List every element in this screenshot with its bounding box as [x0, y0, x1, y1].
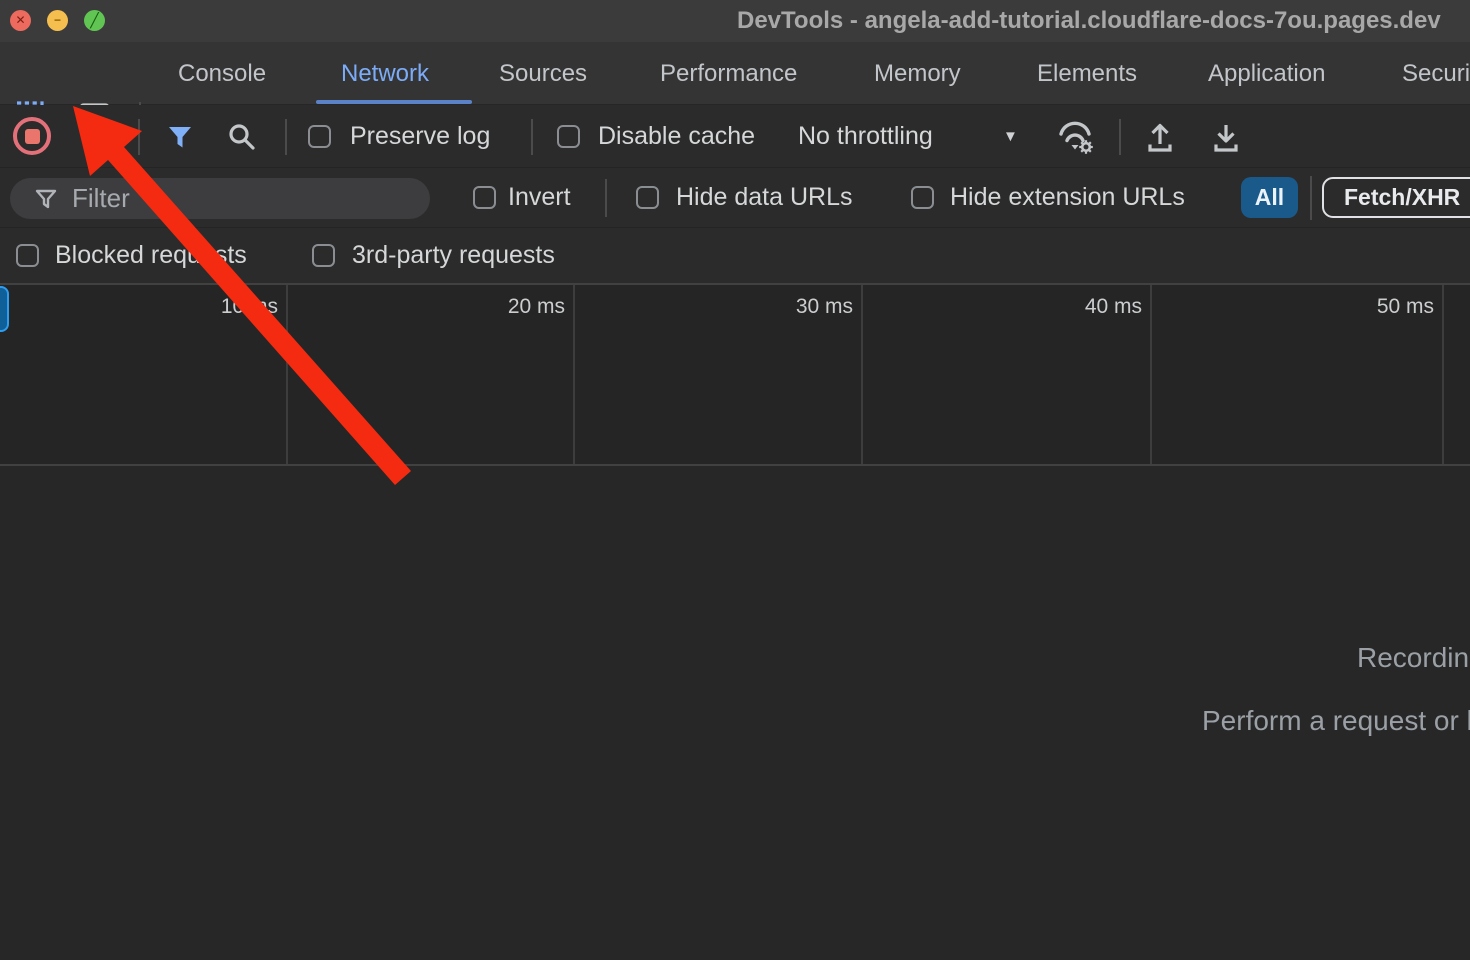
- third-party-requests-checkbox[interactable]: [312, 244, 335, 267]
- divider: [285, 119, 287, 155]
- zoom-glyph: ╱: [90, 10, 98, 31]
- chevron-down-icon[interactable]: ▼: [1003, 105, 1018, 167]
- tab-memory[interactable]: Memory: [874, 42, 961, 105]
- tab-security[interactable]: Security: [1402, 42, 1470, 105]
- request-filters-row: Blocked requests 3rd-party requests: [0, 228, 1470, 283]
- active-tab-underline: [316, 100, 472, 104]
- close-glyph: ✕: [15, 10, 25, 31]
- timeline-tick-label: 50 ms: [1324, 295, 1434, 319]
- timeline-overview[interactable]: 10 ms 20 ms 30 ms 40 ms 50 ms: [0, 283, 1470, 466]
- minimize-window-icon[interactable]: −: [47, 10, 68, 31]
- network-filter-bar: Invert Hide data URLs Hide extension URL…: [0, 168, 1470, 228]
- tab-console[interactable]: Console: [178, 42, 266, 105]
- perform-request-hint-text: Perform a request or hit ⌘ R to record t…: [1202, 704, 1470, 737]
- preserve-log-checkbox[interactable]: [308, 125, 331, 148]
- record-stop-square: [25, 129, 40, 144]
- timeline-gridline: [573, 285, 575, 464]
- filter-chip-all[interactable]: All: [1241, 177, 1298, 218]
- disable-cache-checkbox[interactable]: [557, 125, 580, 148]
- timeline-gridline: [286, 285, 288, 464]
- throttling-select[interactable]: No throttling: [798, 105, 933, 167]
- export-har-icon[interactable]: [1209, 119, 1243, 155]
- timeline-gridline: [1442, 285, 1444, 464]
- devtools-window: ✕ − ╱ DevTools - angela-add-tutorial.clo…: [0, 0, 1470, 960]
- divider: [1119, 119, 1121, 155]
- hide-data-urls-label: Hide data URLs: [676, 168, 852, 227]
- filter-input[interactable]: [10, 178, 430, 219]
- filter-toggle-icon[interactable]: [166, 123, 194, 151]
- tab-sources[interactable]: Sources: [499, 42, 587, 105]
- record-network-log-button[interactable]: [13, 117, 51, 155]
- tab-network[interactable]: Network: [341, 42, 429, 105]
- timeline-tick-label: 10 ms: [168, 295, 278, 319]
- filter-chip-fetch-xhr[interactable]: Fetch/XHR: [1322, 177, 1470, 218]
- recording-status-text: Recording network activity…: [1357, 642, 1470, 674]
- network-request-list-empty: Recording network activity… Perform a re…: [0, 466, 1470, 960]
- tab-elements[interactable]: Elements: [1037, 42, 1137, 105]
- divider: [531, 119, 533, 155]
- minimize-glyph: −: [54, 10, 61, 31]
- third-party-requests-label: 3rd-party requests: [352, 228, 555, 283]
- search-icon[interactable]: [227, 122, 257, 152]
- timeline-tick-label: 20 ms: [455, 295, 565, 319]
- timeline-tick-label: 30 ms: [743, 295, 853, 319]
- tab-performance[interactable]: Performance: [660, 42, 797, 105]
- timeline-tick-label: 40 ms: [1032, 295, 1142, 319]
- window-title: DevTools - angela-add-tutorial.cloudflar…: [737, 0, 1441, 42]
- disable-cache-label: Disable cache: [598, 105, 755, 167]
- hide-extension-urls-label: Hide extension URLs: [950, 168, 1185, 227]
- titlebar: ✕ − ╱ DevTools - angela-add-tutorial.clo…: [0, 0, 1470, 42]
- network-conditions-icon[interactable]: [1056, 119, 1100, 157]
- clear-network-log-icon[interactable]: [83, 124, 110, 151]
- blocked-requests-label: Blocked requests: [55, 228, 247, 283]
- filter-input-wrap: [10, 178, 430, 219]
- timeline-gridline: [1150, 285, 1152, 464]
- blocked-requests-checkbox[interactable]: [16, 244, 39, 267]
- preserve-log-label: Preserve log: [350, 105, 490, 167]
- devtools-tabbar: Console Network Sources Performance Memo…: [0, 42, 1470, 105]
- import-har-icon[interactable]: [1143, 119, 1177, 155]
- timeline-selection-handle[interactable]: [0, 286, 9, 332]
- divider: [138, 119, 140, 155]
- invert-checkbox[interactable]: [473, 186, 496, 209]
- tab-application[interactable]: Application: [1208, 42, 1325, 105]
- timeline-gridline: [861, 285, 863, 464]
- network-toolbar: Preserve log Disable cache No throttling…: [0, 105, 1470, 168]
- divider: [605, 179, 607, 217]
- hide-data-urls-checkbox[interactable]: [636, 186, 659, 209]
- close-window-icon[interactable]: ✕: [10, 10, 31, 31]
- invert-label: Invert: [508, 168, 571, 227]
- hide-extension-urls-checkbox[interactable]: [911, 186, 934, 209]
- zoom-window-icon[interactable]: ╱: [84, 10, 105, 31]
- divider: [1310, 176, 1312, 220]
